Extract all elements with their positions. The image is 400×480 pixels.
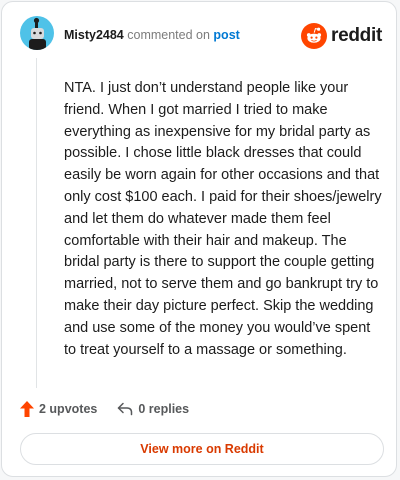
thread-line bbox=[36, 58, 37, 388]
upvote-count: 2 upvotes bbox=[39, 402, 98, 416]
reply-button[interactable]: 0 replies bbox=[117, 402, 189, 416]
snoo-avatar-icon bbox=[29, 17, 46, 50]
comment-actions: 2 upvotes 0 replies bbox=[20, 400, 189, 418]
view-more-button[interactable]: View more on Reddit bbox=[20, 433, 384, 465]
comment-body: NTA. I just don’t understand people like… bbox=[64, 80, 382, 358]
reddit-logo[interactable]: reddit bbox=[301, 23, 382, 49]
username-link[interactable]: Misty2484 bbox=[64, 28, 124, 42]
upvote-button[interactable]: 2 upvotes bbox=[20, 401, 97, 417]
reply-count: 0 replies bbox=[138, 402, 190, 416]
user-avatar[interactable] bbox=[20, 16, 54, 50]
reply-arrow-icon bbox=[118, 402, 133, 416]
comment-header: Misty2484 commented on post bbox=[64, 28, 240, 42]
brand-wordmark: reddit bbox=[331, 25, 382, 46]
post-link[interactable]: post bbox=[213, 28, 239, 42]
comment-embed-card: Misty2484 commented on post reddit NTA. … bbox=[1, 1, 397, 477]
reddit-logo-icon bbox=[301, 23, 328, 49]
upvote-arrow-icon bbox=[20, 401, 34, 417]
action-text: commented on bbox=[127, 28, 210, 42]
